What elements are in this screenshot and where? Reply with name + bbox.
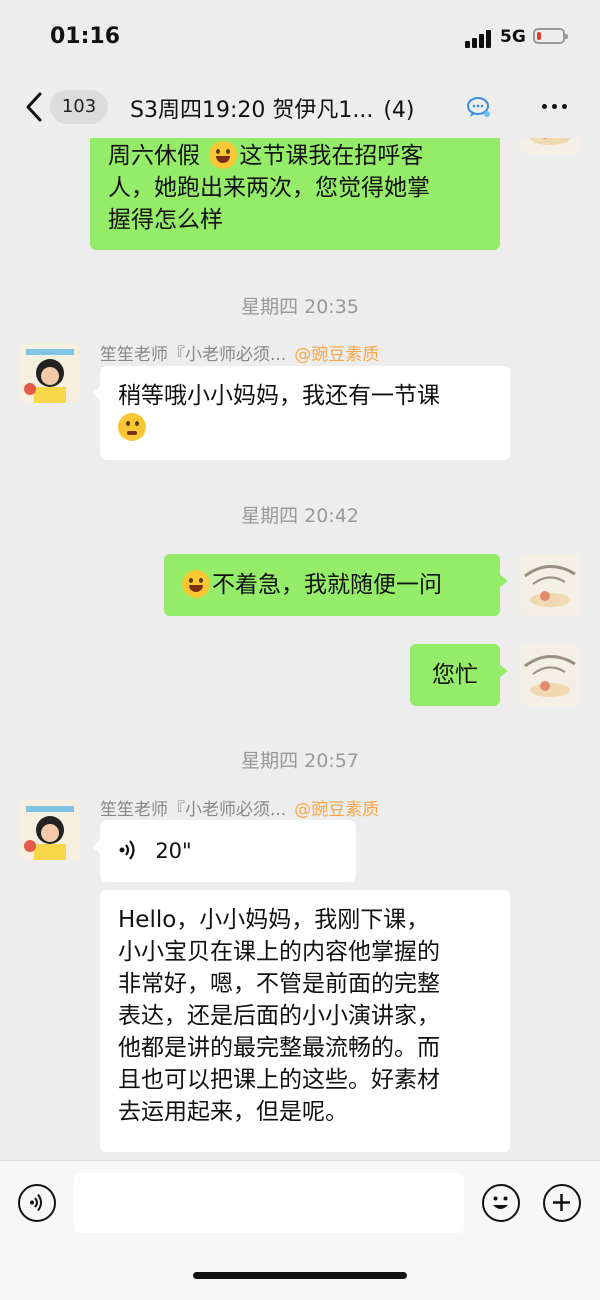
chat-header: 103 S3周四19:20 贺伊凡1... (4) [0, 78, 600, 138]
message-input[interactable] [74, 1173, 464, 1233]
message-bubble-sent[interactable]: 您忙 [410, 644, 508, 706]
network-type: 5G [500, 27, 526, 47]
voice-message[interactable]: 20" [92, 820, 356, 882]
timestamp: 星期四 20:42 [241, 505, 359, 527]
home-indicator[interactable] [193, 1272, 407, 1279]
voice-wave-icon [118, 838, 140, 862]
message-bubble-received[interactable]: Hello，小小妈妈，我刚下课， 小小宝贝在课上的内容他掌握的 非常好，嗯，不管… [100, 890, 510, 1152]
signal-icon [465, 30, 493, 48]
status-bar: 01:16 5G [0, 0, 600, 78]
speech-bubble-icon[interactable] [466, 94, 492, 120]
battery-icon [533, 28, 568, 44]
timestamp: 星期四 20:35 [241, 296, 359, 318]
timestamp: 星期四 20:57 [241, 750, 359, 772]
teacher-avatar[interactable] [20, 343, 80, 403]
plus-icon[interactable] [543, 1184, 581, 1222]
more-dots-icon[interactable] [540, 100, 570, 114]
user-avatar[interactable] [519, 644, 581, 706]
sender-name: 笙笙老师『小老师必须... @豌豆素质 [100, 800, 380, 820]
message-text: 稍等哦小小妈妈，我还有一节课 [118, 380, 492, 444]
chevron-left-icon[interactable] [22, 90, 46, 124]
emoji-icon[interactable] [482, 1184, 520, 1222]
chat-title: S3周四19:20 贺伊凡1... (4) [130, 98, 415, 123]
message-bubble-received[interactable]: 稍等哦小小妈妈，我还有一节课 [92, 366, 510, 460]
message-bubble-sent[interactable]: 不着急，我就随便一问 [164, 554, 508, 616]
input-bar [0, 1160, 600, 1300]
sender-name: 笙笙老师『小老师必须... @豌豆素质 [100, 345, 380, 365]
unread-badge[interactable]: 103 [50, 90, 108, 124]
grinning-emoji-icon [182, 570, 210, 598]
voice-duration: 20" [155, 839, 192, 863]
voice-input-icon[interactable] [18, 1184, 56, 1222]
message-text: Hello，小小妈妈，我刚下课， 小小宝贝在课上的内容他掌握的 非常好，嗯，不管… [118, 907, 440, 1125]
user-avatar[interactable] [519, 554, 581, 616]
thinking-emoji-icon [118, 413, 146, 441]
laughing-emoji-icon [209, 141, 238, 169]
message-text: 周六休假 这节课我在招呼客 人，她跑出来两次，您觉得她掌 握得怎么样 [108, 141, 430, 233]
message-bubble-sent[interactable]: 周六休假 这节课我在招呼客 人，她跑出来两次，您觉得她掌 握得怎么样 [90, 122, 500, 250]
status-time: 01:16 [50, 24, 121, 49]
teacher-avatar[interactable] [20, 800, 80, 860]
